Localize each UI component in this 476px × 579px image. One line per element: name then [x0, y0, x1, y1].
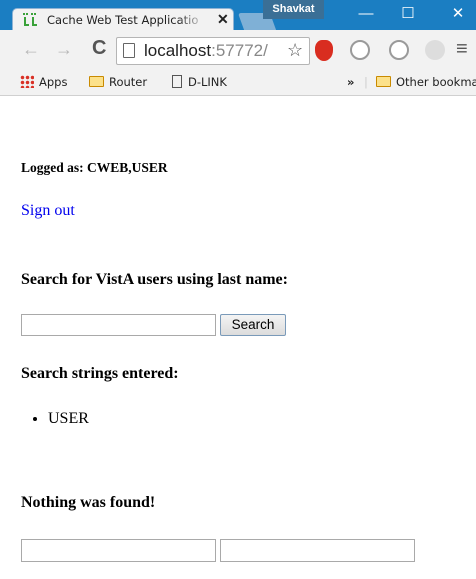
cache-favicon-icon — [23, 13, 37, 26]
bookmark-label: Apps — [39, 75, 68, 89]
browser-tab[interactable]: Cache Web Test Applicatio ✕ — [12, 8, 234, 31]
url-host: localhost — [144, 41, 212, 60]
other-bookmarks[interactable]: Other bookmarks — [376, 75, 476, 89]
other-bookmarks-label: Other bookmarks — [396, 75, 476, 89]
close-window-icon[interactable]: ✕ — [440, 0, 476, 30]
back-arrow-icon[interactable]: ← — [22, 39, 40, 60]
apps-grid-icon — [20, 75, 34, 88]
last-name-search-input[interactable] — [21, 314, 216, 336]
search-heading: Search for VistA users using last name: — [21, 271, 288, 288]
list-item: USER — [48, 410, 89, 428]
maximize-icon[interactable]: ☐ — [390, 0, 426, 30]
output-field-2[interactable] — [220, 539, 415, 562]
page-content: Logged as: CWEB,USER Sign out Search for… — [0, 96, 476, 579]
adblock-extension-icon[interactable] — [315, 40, 333, 61]
forward-arrow-icon[interactable]: → — [55, 39, 73, 60]
reload-icon[interactable]: C — [92, 37, 106, 60]
url-text: localhost:57772/ — [144, 41, 268, 61]
bookmark-label: D-LINK — [188, 75, 227, 89]
extension-icon-3[interactable] — [389, 40, 409, 60]
bookmarks-overflow-icon[interactable]: » — [347, 75, 354, 89]
profile-name[interactable]: Shavkat — [263, 0, 324, 19]
bookmark-star-icon[interactable]: ☆ — [287, 40, 303, 61]
result-message: Nothing was found! — [21, 494, 156, 511]
page-info-icon[interactable] — [123, 43, 135, 58]
address-bar[interactable]: localhost:57772/ ☆ — [116, 37, 310, 65]
bookmark-router[interactable]: Router — [89, 75, 147, 89]
sign-out-link[interactable]: Sign out — [21, 202, 75, 220]
logged-as-text: Logged as: CWEB,USER — [21, 160, 168, 175]
bookmark-apps[interactable]: Apps — [20, 75, 67, 89]
tab-close-icon[interactable]: ✕ — [217, 11, 229, 28]
page-icon — [172, 75, 182, 88]
bookmark-label: Router — [109, 75, 148, 89]
extension-icon-4[interactable] — [425, 40, 445, 60]
search-button[interactable]: Search — [220, 314, 286, 336]
search-strings-heading: Search strings entered: — [21, 365, 179, 382]
tab-title: Cache Web Test Applicatio — [47, 13, 207, 27]
browser-toolbar: ← → C localhost:57772/ ☆ ≡ — [0, 30, 476, 71]
window-titlebar: Cache Web Test Applicatio ✕ Shavkat — ☐ … — [0, 0, 476, 31]
folder-icon — [89, 76, 104, 87]
search-strings-list: USER — [48, 410, 89, 428]
bookmarks-bar: Apps Router D-LINK » | Other bookmarks — [0, 71, 476, 96]
url-port: :57772/ — [211, 41, 268, 60]
output-field-1[interactable] — [21, 539, 216, 562]
folder-icon — [376, 76, 391, 87]
bookmark-dlink[interactable]: D-LINK — [172, 75, 227, 89]
bookmarks-divider: | — [364, 75, 368, 89]
menu-icon[interactable]: ≡ — [456, 38, 468, 61]
extension-icon-2[interactable] — [350, 40, 370, 60]
minimize-icon[interactable]: — — [348, 0, 384, 30]
